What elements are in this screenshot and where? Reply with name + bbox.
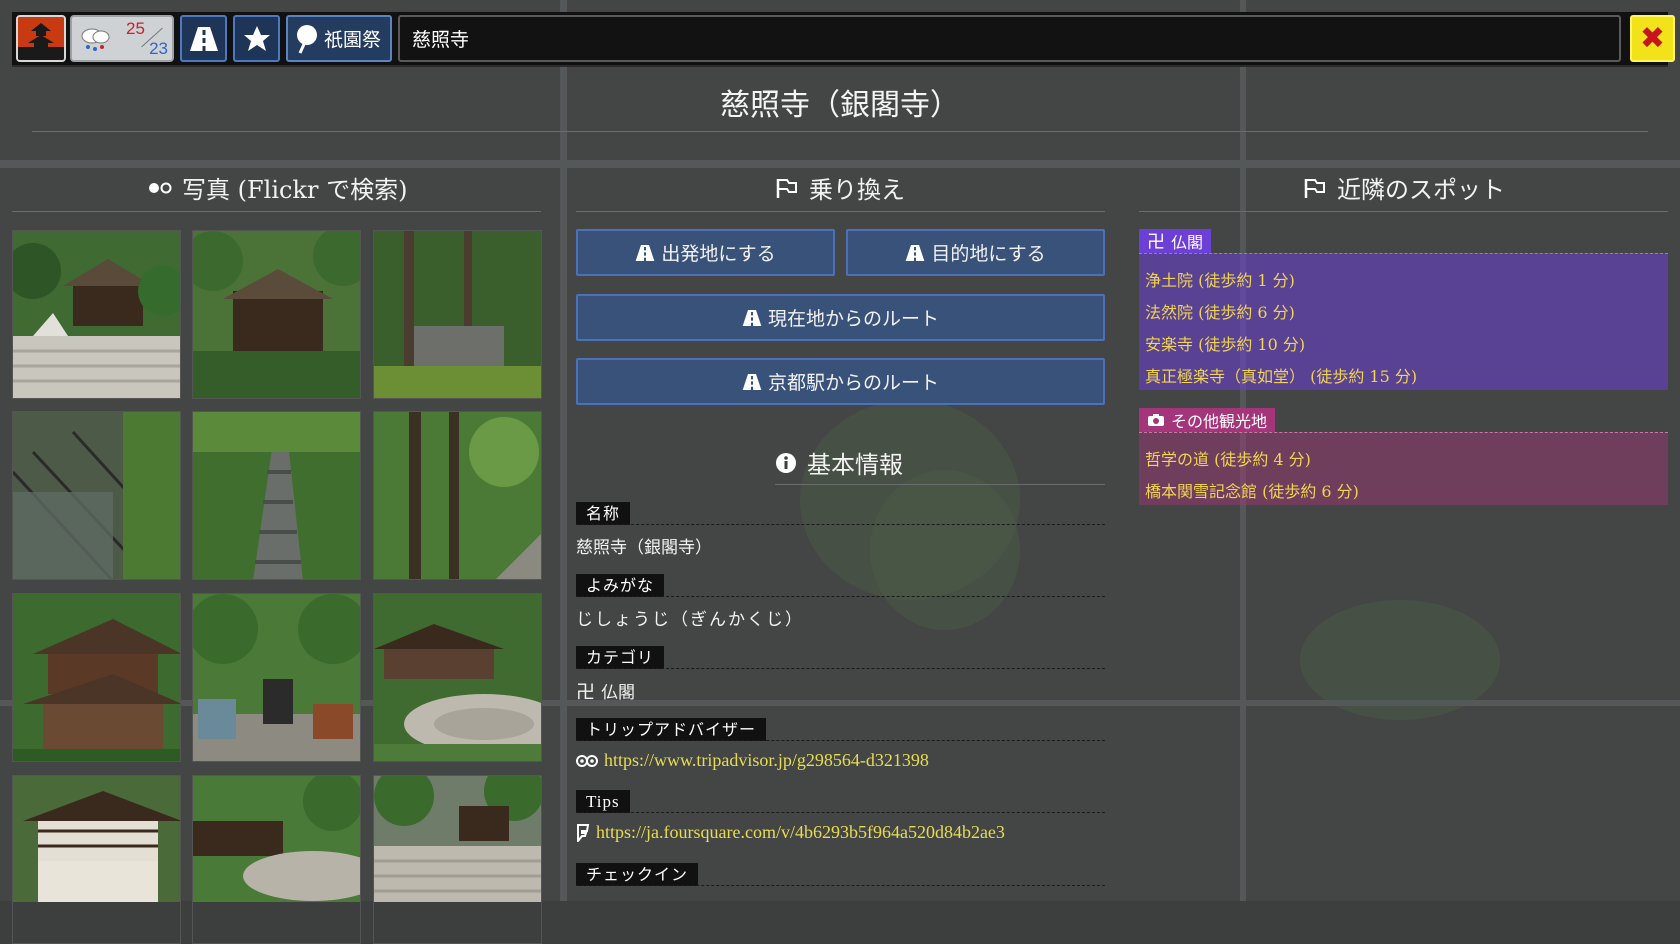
nearby-divider [1139, 211, 1668, 212]
photo-thumbnail[interactable] [12, 411, 181, 580]
photo-thumbnail[interactable] [12, 593, 181, 762]
road-icon [189, 26, 218, 51]
close-icon: ✖ [1639, 21, 1666, 56]
manji-icon: 卍 [576, 681, 596, 703]
tips-rule [576, 812, 1105, 813]
top-bar: 25 23 祇園祭 ✖ [12, 12, 1675, 67]
page-title: 慈照寺（銀閣寺） [720, 88, 960, 123]
flickr-icon [149, 182, 172, 193]
checkin-label: チェックイン [576, 863, 699, 886]
route-from-kyoto-station-label: 京都駅からのルート [767, 372, 939, 394]
set-origin-button[interactable]: 出発地にする [576, 229, 835, 276]
app-logo-button[interactable] [16, 15, 66, 62]
set-destination-button[interactable]: 目的地にする [846, 229, 1105, 276]
set-origin-label: 出発地にする [661, 243, 776, 265]
nearby-item[interactable]: 浄土院 (徒歩約 1 分) [1145, 267, 1295, 291]
nearby-group-sightseeing-label: その他観光地 [1171, 412, 1268, 431]
name-rule [576, 524, 1105, 525]
tripadvisor-label: トリップアドバイザー [576, 718, 767, 741]
foursquare-icon [577, 823, 590, 842]
weather-button[interactable]: 25 23 [70, 15, 174, 62]
road-icon [742, 373, 762, 390]
category-value: 卍 仏閣 [576, 677, 635, 704]
manji-icon: 卍 [1147, 232, 1165, 253]
transfer-divider [576, 211, 1105, 212]
photos-heading-label: 写真 (Flickr で検索) [182, 176, 408, 204]
photo-thumbnail[interactable] [12, 775, 181, 944]
checkin-rule [576, 885, 1105, 886]
temp-high: 25 [126, 19, 145, 38]
photo-thumbnail[interactable] [192, 230, 361, 399]
nearby-item[interactable]: 哲学の道 (徒歩約 4 分) [1145, 446, 1311, 470]
reading-value: じしょうじ（ぎんかくじ） [576, 610, 804, 630]
nearby-item[interactable]: 法然院 (徒歩約 6 分) [1145, 299, 1295, 323]
nearby-item[interactable]: 橋本関雪記念館 (徒歩約 6 分) [1145, 478, 1359, 502]
camera-icon [1148, 414, 1164, 426]
tripadvisor-icon [576, 754, 598, 767]
nearby-item[interactable]: 安楽寺 (徒歩約 10 分) [1145, 331, 1305, 355]
route-from-current-label: 現在地からのルート [767, 308, 939, 330]
temple-logo-icon [18, 17, 64, 60]
photo-thumbnail[interactable] [192, 775, 361, 944]
set-destination-label: 目的地にする [931, 243, 1046, 265]
info-divider [775, 484, 1105, 485]
search-input[interactable] [398, 15, 1621, 62]
route-from-current-button[interactable]: 現在地からのルート [576, 294, 1105, 341]
tripadvisor-link[interactable]: https://www.tripadvisor.jp/g298564-d3213… [604, 750, 929, 771]
reading-rule [576, 596, 1105, 597]
flag-icon [776, 178, 797, 198]
route-button[interactable] [180, 15, 227, 62]
photo-thumbnail[interactable] [373, 411, 542, 580]
flag-icon [1304, 178, 1325, 198]
reading-label: よみがな [576, 574, 665, 597]
favorite-button[interactable] [233, 15, 280, 62]
temperature-display: 25 23 [120, 17, 172, 60]
photo-thumbnail[interactable] [373, 593, 542, 762]
tripadvisor-value: https://www.tripadvisor.jp/g298564-d3213… [576, 750, 929, 771]
category-rule [576, 668, 1105, 669]
festival-button[interactable]: 祇園祭 [286, 15, 392, 62]
transfer-heading-label: 乗り換え [809, 176, 905, 204]
photo-thumbnail[interactable] [12, 230, 181, 399]
road-icon [742, 309, 762, 326]
festival-label: 祇園祭 [324, 29, 382, 51]
photo-thumbnail[interactable] [192, 593, 361, 762]
nearby-group-temples-badge: 卍 仏閣 [1139, 229, 1212, 253]
transfer-heading: 乗り換え [775, 170, 905, 205]
rain-cloud-icon [72, 17, 120, 60]
tripadvisor-rule [576, 740, 1105, 741]
name-label: 名称 [576, 502, 631, 525]
name-value: 慈照寺（銀閣寺） [576, 538, 712, 558]
title-divider [32, 131, 1648, 132]
info-icon [776, 452, 796, 473]
route-from-kyoto-station-button[interactable]: 京都駅からのルート [576, 358, 1105, 405]
photo-thumbnail[interactable] [373, 775, 542, 944]
tips-value: https://ja.foursquare.com/v/4b6293b5f964… [576, 822, 1005, 843]
road-icon [636, 244, 655, 261]
tips-label: Tips [576, 790, 630, 813]
nearby-group-sightseeing-badge: その他観光地 [1139, 408, 1276, 432]
nearby-item[interactable]: 真正極楽寺（真如堂） (徒歩約 15 分) [1145, 363, 1417, 387]
photo-thumbnail[interactable] [373, 230, 542, 399]
fan-icon [297, 24, 317, 54]
nearby-group-temples-label: 仏閣 [1171, 233, 1204, 252]
nearby-heading: 近隣のスポット [1303, 170, 1505, 205]
photo-thumbnail[interactable] [192, 411, 361, 580]
info-heading-label: 基本情報 [807, 451, 903, 479]
star-icon [243, 25, 270, 51]
photos-divider [12, 211, 541, 212]
nearby-heading-label: 近隣のスポット [1337, 176, 1505, 204]
close-button[interactable]: ✖ [1630, 15, 1675, 62]
temp-low: 23 [149, 39, 168, 58]
category-value-label: 仏閣 [601, 683, 636, 703]
info-heading: 基本情報 [775, 445, 903, 480]
category-label: カテゴリ [576, 646, 665, 669]
tips-link[interactable]: https://ja.foursquare.com/v/4b6293b5f964… [596, 822, 1005, 843]
road-icon [906, 244, 925, 261]
photos-heading: 写真 (Flickr で検索) [148, 170, 407, 205]
